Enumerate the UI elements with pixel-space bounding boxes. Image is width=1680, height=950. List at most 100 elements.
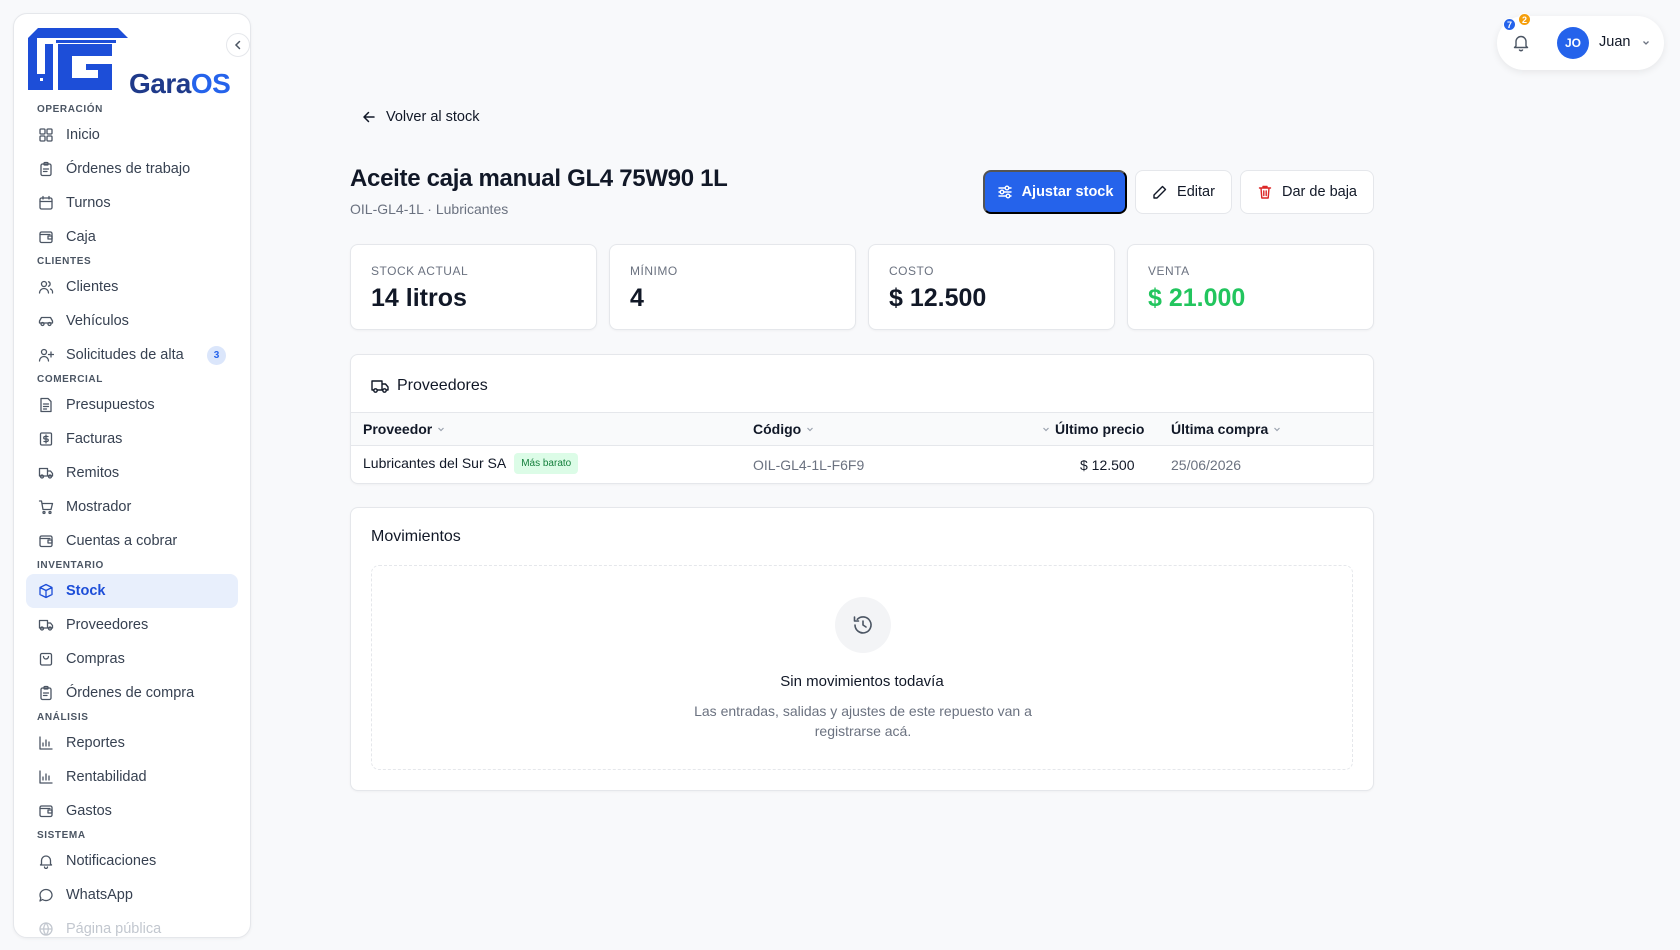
column-header-codigo[interactable]: Código [753, 421, 814, 437]
empty-title: Sin movimientos todavía [780, 673, 944, 690]
table-row[interactable]: Lubricantes del Sur SA Más barato OIL-GL4… [351, 446, 1373, 484]
sidebar-item-label: Turnos [66, 195, 111, 211]
sidebar-item-label: Página pública [66, 921, 162, 937]
wallet-icon [38, 803, 54, 819]
clipboard-icon [38, 685, 54, 701]
adjust-stock-button[interactable]: Ajustar stock [983, 170, 1127, 214]
history-icon [853, 616, 872, 634]
stat-stock-actual: STOCK ACTUAL 14 litros [350, 244, 597, 330]
sidebar-item-cuentas-a-cobrar[interactable]: Cuentas a cobrar [26, 524, 238, 558]
cart-icon [38, 499, 54, 515]
bar-chart-icon [38, 769, 54, 785]
sidebar-item-reportes[interactable]: Reportes [26, 726, 238, 760]
grid-icon [38, 127, 54, 143]
sidebar-item-facturas[interactable]: Facturas [26, 422, 238, 456]
avatar[interactable]: JO [1557, 27, 1589, 59]
wallet-icon [38, 229, 54, 245]
sidebar-item-label: Rentabilidad [66, 769, 147, 785]
edit-label: Editar [1177, 184, 1215, 200]
sidebar-item-ordenes-de-compra[interactable]: Órdenes de compra [26, 676, 238, 710]
sidebar-item-turnos[interactable]: Turnos [26, 186, 238, 220]
sidebar-item-inicio[interactable]: Inicio [26, 118, 238, 152]
column-header-proveedor[interactable]: Proveedor [363, 421, 445, 437]
stat-label: MÍNIMO [630, 264, 678, 278]
user-toolbar: 7 2 JO Juan [1497, 13, 1664, 70]
notification-badge-orange: 2 [1518, 13, 1531, 26]
sidebar-item-label: Presupuestos [66, 397, 155, 413]
sidebar-item-label: WhatsApp [66, 887, 133, 903]
user-name[interactable]: Juan [1599, 34, 1630, 50]
document-icon [38, 397, 54, 413]
notification-badge-blue: 7 [1503, 18, 1516, 31]
cell-ultimo-precio: $ 12.500 [1080, 457, 1135, 473]
suppliers-card: Proveedores Proveedor Código Último prec… [350, 354, 1374, 484]
section-title-clientes: CLIENTES [37, 256, 92, 267]
sort-icon [1274, 427, 1281, 432]
pencil-icon [1153, 185, 1167, 199]
sort-icon [807, 427, 814, 432]
column-header-ultima-compra[interactable]: Última compra [1171, 421, 1281, 437]
sidebar-item-presupuestos[interactable]: Presupuestos [26, 388, 238, 422]
back-to-stock-link[interactable]: Volver al stock [362, 109, 480, 125]
car-icon [38, 313, 54, 329]
sidebar-item-rentabilidad[interactable]: Rentabilidad [26, 760, 238, 794]
arrow-left-icon [363, 111, 375, 123]
sidebar-item-clientes[interactable]: Clientes [26, 270, 238, 304]
sidebar-item-label: Remitos [66, 465, 120, 481]
sidebar-item-proveedores[interactable]: Proveedores [26, 608, 238, 642]
stat-value: $ 21.000 [1148, 284, 1246, 312]
sidebar-item-stock[interactable]: Stock [26, 574, 238, 608]
collapse-sidebar-button[interactable] [226, 33, 250, 57]
sidebar-item-compras[interactable]: Compras [26, 642, 238, 676]
deactivate-button[interactable]: Dar de baja [1240, 170, 1374, 214]
section-title-inventario: INVENTARIO [37, 560, 104, 571]
stat-costo: COSTO $ 12.500 [868, 244, 1115, 330]
brand-name: GaraOS [129, 68, 231, 99]
sidebar-item-label: Solicitudes de alta [66, 347, 184, 363]
sidebar-item-mostrador[interactable]: Mostrador [26, 490, 238, 524]
adjust-stock-label: Ajustar stock [1021, 184, 1114, 200]
user-plus-icon [38, 347, 54, 363]
sliders-icon [997, 185, 1012, 199]
sidebar-item-solicitudes-de-alta[interactable]: Solicitudes de alta 3 [26, 338, 238, 372]
box-icon [38, 583, 54, 599]
sidebar-item-caja[interactable]: Caja [26, 220, 238, 254]
sidebar-item-gastos[interactable]: Gastos [26, 794, 238, 828]
stat-label: COSTO [889, 264, 934, 278]
truck-icon [371, 380, 389, 393]
sidebar-item-remitos[interactable]: Remitos [26, 456, 238, 490]
sidebar-item-label: Proveedores [66, 617, 149, 633]
stat-label: VENTA [1148, 264, 1190, 278]
edit-button[interactable]: Editar [1135, 170, 1232, 214]
sidebar-item-label: Notificaciones [66, 853, 157, 869]
sort-icon [1043, 427, 1049, 432]
history-icon-wrapper [835, 597, 891, 653]
calendar-icon [38, 195, 54, 211]
sidebar-item-pagina-publica[interactable]: Página pública [26, 912, 238, 937]
sidebar-item-label: Facturas [66, 431, 123, 447]
garaos-logo[interactable]: GaraOS [26, 26, 240, 99]
page-subtitle: OIL-GL4-1L · Lubricantes [350, 201, 509, 217]
suppliers-title: Proveedores [371, 377, 488, 395]
suppliers-title-text: Proveedores [397, 377, 488, 394]
stat-value: 14 litros [371, 284, 467, 312]
notifications-button[interactable] [1513, 34, 1529, 57]
suppliers-table-header: Proveedor Código Último precio Última co… [351, 412, 1373, 446]
sidebar-item-notificaciones[interactable]: Notificaciones [26, 844, 238, 878]
section-title-comercial: COMERCIAL [37, 374, 103, 385]
column-header-ultimo-precio[interactable]: Último precio [1042, 421, 1144, 437]
truck-icon [38, 465, 54, 481]
movements-title: Movimientos [371, 528, 461, 545]
sidebar-item-label: Clientes [66, 279, 119, 295]
section-title-analisis: ANÁLISIS [37, 712, 89, 723]
sidebar-item-ordenes-de-trabajo[interactable]: Órdenes de trabajo [26, 152, 238, 186]
sidebar-item-whatsapp[interactable]: WhatsApp [26, 878, 238, 912]
sidebar-item-label: Caja [66, 229, 96, 245]
cheapest-badge: Más barato [514, 453, 579, 474]
chat-icon [38, 887, 54, 903]
sidebar-item-vehiculos[interactable]: Vehículos [26, 304, 238, 338]
sidebar-item-label: Mostrador [66, 499, 132, 515]
stat-label: STOCK ACTUAL [371, 264, 469, 278]
trash-icon [1258, 185, 1272, 199]
chevron-down-icon[interactable] [1641, 38, 1651, 48]
